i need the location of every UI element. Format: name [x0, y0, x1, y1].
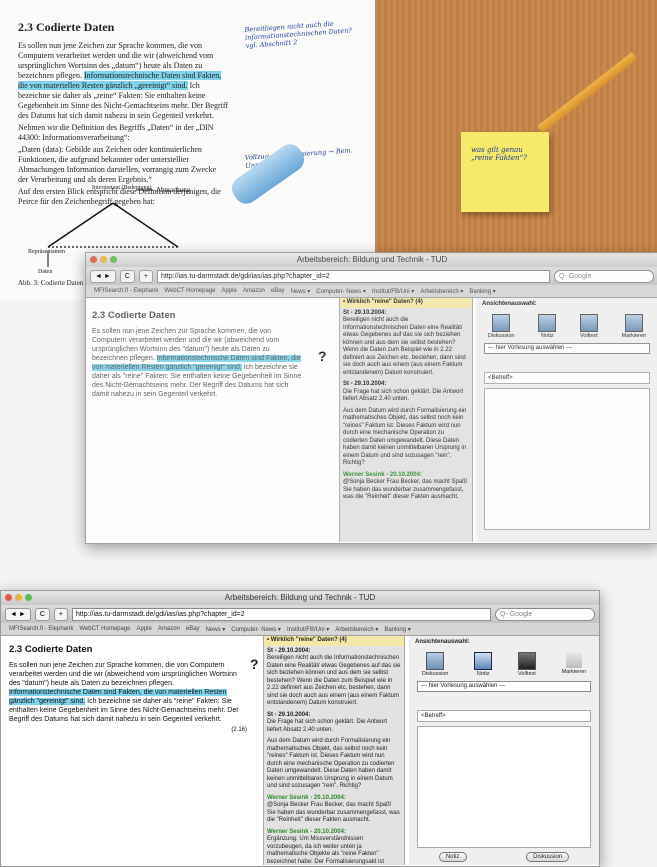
bookmark-item[interactable]: Amazon: [158, 626, 180, 632]
fulltext-view-icon[interactable]: Volltext: [579, 314, 598, 339]
close-icon[interactable]: [5, 594, 12, 601]
handwritten-note: Bereitliegen nicht auch die informations…: [244, 19, 353, 51]
bookmark-item[interactable]: Apple: [222, 288, 237, 294]
bookmark-item[interactable]: News ▾: [291, 288, 311, 295]
bookmark-item[interactable]: Arbeitsbereich ▾: [335, 626, 378, 633]
cork-board: [375, 0, 657, 255]
add-bookmark-button[interactable]: +: [138, 269, 153, 283]
bookmark-item[interactable]: Computer- News ▾: [231, 626, 281, 633]
search-field[interactable]: Q- Google: [495, 607, 595, 621]
discussion-button[interactable]: Diskussion: [526, 852, 570, 862]
discussion-message: Aus dem Datum wird durch Formalisierung …: [267, 738, 395, 789]
reload-button[interactable]: C: [119, 269, 135, 283]
window-title: Arbeitsbereich: Bildung und Technik - TU…: [224, 593, 376, 602]
paper-paragraph: Nehmen wir die Definition des Begriffs „…: [18, 123, 214, 142]
back-forward-button[interactable]: ◄ ►: [5, 607, 31, 621]
url-field[interactable]: http://ias.tu-darmstadt.de/gdi/ias/ias.p…: [156, 269, 550, 283]
paper-paragraph: „Daten (data): Gebilde aus Zeichen oder …: [18, 145, 217, 184]
discussion-message: Werner Sesink - 20.10.2004: @Sonja Becker…: [267, 794, 400, 824]
discussion-message: Aus dem Datum wird durch Formalisierung …: [343, 407, 467, 467]
minimize-icon[interactable]: [15, 594, 22, 601]
add-bookmark-button[interactable]: +: [53, 607, 68, 621]
titlebar: Arbeitsbereich: Bildung und Technik - TU…: [86, 253, 657, 267]
discussion-message: St - 29.10.2004: Bereiligen nicht auch di…: [343, 309, 466, 376]
bookmark-item[interactable]: Banking ▾: [384, 626, 410, 633]
bookmark-item[interactable]: WebCT Homepage: [79, 626, 130, 632]
note-textarea[interactable]: [484, 388, 650, 530]
chapter-text: 2.3 Codierte Daten Es sollen nun jene Ze…: [9, 644, 247, 733]
discussion-message: Werner Sesink - 20.10.2004: Ergänzung: Um…: [267, 828, 385, 865]
discussion-message: Werner Sesink - 20.10.2004: @Sonja Becker…: [343, 471, 468, 501]
titlebar: Arbeitsbereich: Bildung und Technik - TU…: [1, 591, 599, 605]
bookmark-item[interactable]: Institut/FB/Uni ▾: [287, 626, 329, 633]
bookmark-item[interactable]: WebCT Homepage: [164, 288, 215, 294]
zoom-icon[interactable]: [25, 594, 32, 601]
lecture-select[interactable]: --- hier Vorlesung auswählen ---: [417, 681, 591, 692]
bookmark-item[interactable]: Computer- News ▾: [316, 288, 366, 295]
bookmark-item[interactable]: Institut/FB/Uni ▾: [372, 288, 414, 295]
view-sidebar: Ansichtenauswahl: Diskussion Notiz Vollt…: [476, 298, 657, 542]
footnote-ref: (2.16): [231, 726, 247, 733]
subject-input[interactable]: <Betreff>: [484, 372, 650, 384]
sticky-note: was gilt genau „reine Fakten“?: [461, 132, 549, 212]
bookmark-item[interactable]: News ▾: [206, 626, 226, 633]
bookmark-item[interactable]: Arbeitsbereich ▾: [420, 288, 463, 295]
bookmarks-bar: MFISearch.fl - Elephank WebCT Homepage A…: [86, 285, 657, 298]
bookmark-item[interactable]: eBay: [186, 626, 200, 632]
zoom-icon[interactable]: [110, 256, 117, 263]
chapter-text: 2.3 Codierte Daten Es sollen nun jene Ze…: [92, 310, 302, 398]
discussion-view-icon[interactable]: Diskussion: [488, 314, 514, 339]
discussion-message: St - 29.10.2004: Die Frage hat sich schon…: [343, 381, 464, 402]
highlight-view-icon[interactable]: Markieren: [622, 314, 646, 339]
figure-caption: Abb. 3: Codierte Daten: [18, 279, 84, 287]
discussion-view-icon[interactable]: Diskussion: [422, 652, 448, 677]
bookmark-item[interactable]: Banking ▾: [469, 288, 495, 295]
discussion-header[interactable]: • Wirklich "reine" Daten? (4): [340, 298, 472, 308]
discussion-panel: • Wirklich "reine" Daten? (4) St - 29.10…: [339, 298, 473, 542]
search-field[interactable]: Q- Google: [554, 269, 654, 283]
browser-window-back: Arbeitsbereich: Bildung und Technik - TU…: [85, 252, 657, 544]
close-icon[interactable]: [90, 256, 97, 263]
note-textarea[interactable]: [417, 726, 591, 848]
question-marker[interactable]: ?: [318, 348, 327, 364]
lecture-select[interactable]: --- hier Vorlesung auswählen ---: [484, 343, 650, 354]
discussion-header[interactable]: • Wirklich "reine" Daten? (4): [264, 636, 404, 646]
minimize-icon[interactable]: [100, 256, 107, 263]
browser-toolbar: ◄ ► C + http://ias.tu-darmstadt.de/gdi/i…: [1, 605, 599, 623]
chapter-heading: 2.3 Codierte Daten: [92, 310, 176, 321]
bookmark-item[interactable]: Amazon: [243, 288, 265, 294]
bookmarks-bar: MFISearch.fl - Elephank WebCT Homepage A…: [1, 623, 599, 636]
browser-toolbar: ◄ ► C + http://ias.tu-darmstadt.de/gdi/i…: [86, 267, 657, 285]
note-button[interactable]: Notiz: [438, 852, 467, 862]
view-sidebar: Ansichtenauswahl: Diskussion Notiz Vollt…: [409, 636, 599, 865]
chapter-heading: 2.3 Codierte Daten: [9, 644, 93, 655]
bookmark-item[interactable]: MFISearch.fl - Elephank: [94, 288, 158, 294]
window-title: Arbeitsbereich: Bildung und Technik - TU…: [296, 255, 448, 264]
discussion-message: St - 29.10.2004: Die Frage hat sich schon…: [267, 711, 388, 733]
discussion-message: St - 29.10.2004: Bereiligen nicht auch di…: [267, 647, 401, 707]
paper-paragraph: Es sollen nun jene Zeichen zur Sprache k…: [18, 41, 229, 120]
bookmark-item[interactable]: Apple: [137, 626, 152, 632]
note-view-icon[interactable]: Notiz: [474, 652, 493, 677]
url-field[interactable]: http://ias.tu-darmstadt.de/gdi/ias/ias.p…: [71, 607, 491, 621]
fulltext-view-icon[interactable]: Volltext: [517, 652, 536, 677]
bookmark-item[interactable]: MFISearch.fl - Elephank: [9, 626, 73, 632]
browser-window-front: Arbeitsbereich: Bildung und Technik - TU…: [0, 590, 600, 867]
discussion-panel: • Wirklich "reine" Daten? (4) St - 29.10…: [263, 636, 405, 865]
subject-input[interactable]: <Betreff>: [417, 710, 591, 722]
reload-button[interactable]: C: [34, 607, 50, 621]
question-marker[interactable]: ?: [250, 656, 259, 672]
back-forward-button[interactable]: ◄ ►: [90, 269, 116, 283]
note-view-icon[interactable]: Notiz: [538, 314, 557, 339]
highlight-view-icon[interactable]: Markieren: [562, 652, 586, 677]
paper-heading: 2.3 Codierte Daten: [18, 20, 115, 34]
bookmark-item[interactable]: eBay: [271, 288, 285, 294]
